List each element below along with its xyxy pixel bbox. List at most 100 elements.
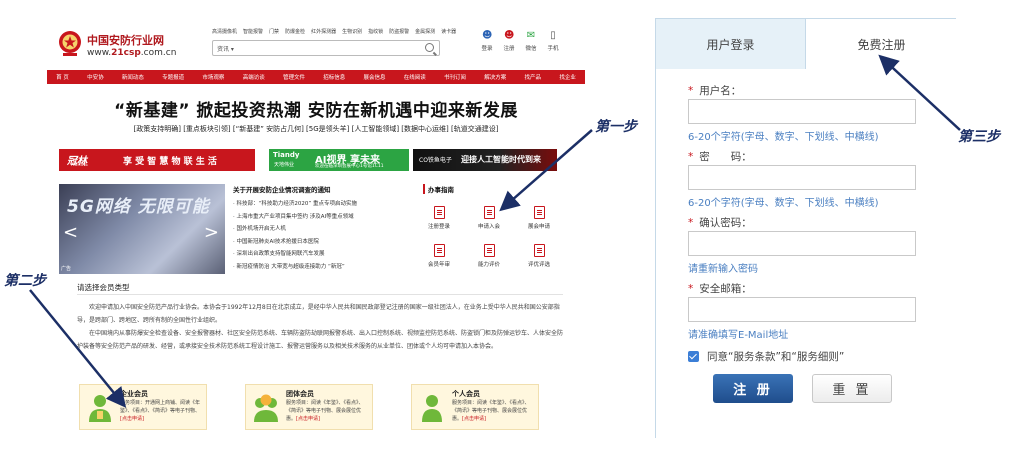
ad-banner-tieyu[interactable]: CO铁鱼电子 迎接人工智能时代到来 <box>413 149 557 171</box>
apply-doc-icon <box>483 206 495 219</box>
nav-item[interactable]: 在线阅读 <box>404 73 426 81</box>
mobile-shortcut[interactable]: ▯ 手机 <box>545 30 561 52</box>
nav-item[interactable]: 高端访谈 <box>243 73 265 81</box>
ad-brand: CO铁鱼电子 <box>419 157 452 164</box>
person-icon: ☻ <box>482 30 493 41</box>
headline-sublinks[interactable]: [政策支持明确] [重点板块引领] [“新基建” 安防占几何] [5G是领头羊]… <box>47 124 585 134</box>
ad-slogan: 迎接人工智能时代到来 <box>461 155 541 164</box>
news-lead[interactable]: 关于开展安防企业情况调查的通知 <box>233 184 413 194</box>
login-shortcut[interactable]: ☻ 登录 <box>479 30 495 52</box>
register-panel: 用户登录 免费注册 * 用户名： 6-20个字符(字母、数字、下划线、中横线) *… <box>655 18 957 439</box>
apply-link[interactable]: [点击申请] <box>296 416 320 422</box>
user-shortcuts: ☻ 登录 ☻ 注册 ✉ 微信 ▯ 手机 <box>479 30 561 52</box>
email-hint: 请准确填写E-Mail地址 <box>688 330 789 341</box>
register-form: * 用户名： 6-20个字符(字母、数字、下划线、中横线) * 密 码： 6-20个… <box>656 69 957 439</box>
exhibit-doc-icon <box>533 206 545 219</box>
password-field[interactable] <box>688 165 916 190</box>
carousel-prev-button[interactable]: < <box>63 222 78 243</box>
apply-link[interactable]: [点击申请] <box>120 416 144 422</box>
search-category-select[interactable]: 资讯 ▾ <box>217 44 234 53</box>
individual-member-icon <box>422 395 442 422</box>
service-guide: 办事指南 注册登录 申请入会 展会申请 会员年审 能力评价 评优评选 <box>415 182 565 274</box>
keyword-link[interactable]: 防盗报警 <box>389 28 409 35</box>
ad-tag: 广告 <box>61 266 72 272</box>
ad-brand: Tiandy <box>273 151 300 159</box>
step3-annotation: 第三步 <box>958 129 1000 145</box>
email-label: * 安全邮箱： <box>688 283 752 295</box>
keyword-link[interactable]: 高清摄像机 <box>212 28 237 35</box>
ad-brand-en: AURINE <box>71 163 89 168</box>
news-item[interactable]: 新冠疫情防治 大带宽与超级连接助力 “新冠” <box>233 261 413 274</box>
password-label: * 密 码： <box>688 151 752 163</box>
guide-item-award[interactable]: 评优评选 <box>519 244 559 268</box>
nav-item[interactable]: 中安协 <box>87 73 104 81</box>
apply-link[interactable]: [点击申请] <box>462 416 486 422</box>
keyword-link[interactable]: 红外探测器 <box>311 28 336 35</box>
award-doc-icon <box>533 244 545 257</box>
search-icon[interactable] <box>425 43 434 52</box>
nav-item[interactable]: 书刊订阅 <box>444 73 466 81</box>
member-card-group[interactable]: 团体会员 服务项目：阅读《年鉴》、《看点》、《简讯》等电子刊物、展会展位优惠。[… <box>245 384 373 430</box>
headline[interactable]: “新基建” 掀起投资热潮 安防在新机遇中迎来新发展 <box>47 96 585 121</box>
keyword-link[interactable]: 门禁 <box>269 28 279 35</box>
reset-button[interactable]: 重 置 <box>812 374 892 403</box>
member-name: 企业会员 <box>120 390 148 398</box>
register-button[interactable]: 注 册 <box>713 374 793 403</box>
step1-annotation: 第一步 <box>595 119 637 135</box>
nav-item[interactable]: 新闻动态 <box>122 73 144 81</box>
news-item[interactable]: 上海市重大产业项目集中签约 涉及AI等重点领域 <box>233 211 413 224</box>
guide-item-exhibit[interactable]: 展会申请 <box>519 206 559 230</box>
keyword-link[interactable]: 金属探测 <box>415 28 435 35</box>
nav-item[interactable]: 招标信息 <box>323 73 345 81</box>
nav-item[interactable]: 找企业 <box>559 73 576 81</box>
email-field[interactable] <box>688 297 916 322</box>
keyword-link[interactable]: 防爆金检 <box>285 28 305 35</box>
guide-title: 办事指南 <box>423 184 454 194</box>
register-shortcut[interactable]: ☻ 注册 <box>501 30 517 52</box>
nav-item[interactable]: 专题报道 <box>162 73 184 81</box>
wechat-icon: ✉ <box>526 30 536 41</box>
carousel-next-button[interactable]: > <box>204 222 219 243</box>
username-hint: 6-20个字符(字母、数字、下划线、中横线) <box>688 132 879 143</box>
guide-item-evaluate[interactable]: 能力评价 <box>469 244 509 268</box>
keyword-link[interactable]: 智能报警 <box>243 28 263 35</box>
keyword-link[interactable]: 读卡器 <box>441 28 456 35</box>
keyword-link[interactable]: 生物识别 <box>342 28 362 35</box>
site-logo-text: 中国安防行业网 <box>87 34 164 47</box>
association-intro: 欢迎申请加入中国安全防范产品行业协会。本协会于1992年12月8日在北京成立，是… <box>77 302 567 354</box>
member-card-enterprise[interactable]: 企业会员 服务项目：开通网上商铺、阅读《年鉴》、《看点》、《简讯》等电子刊物、[… <box>79 384 207 430</box>
news-item[interactable]: 国外机场开启无人机 <box>233 223 413 236</box>
carousel-banner[interactable]: 5G网络 无限可能 < > 广告 <box>59 184 225 274</box>
nav-item[interactable]: 解决方案 <box>484 73 506 81</box>
keyword-link[interactable]: 指纹锁 <box>368 28 383 35</box>
wechat-shortcut[interactable]: ✉ 微信 <box>523 30 539 52</box>
member-desc: 服务项目：阅读《年鉴》、《看点》、《简讯》等电子刊物、展会展位优惠。[点击申请] <box>286 400 364 422</box>
tab-register[interactable]: 免费注册 <box>806 19 957 69</box>
news-item[interactable]: 中国新冠肺炎AI技术抢援日本医院 <box>233 236 413 249</box>
tab-login[interactable]: 用户登录 <box>656 19 806 69</box>
member-name: 个人会员 <box>452 390 480 398</box>
guide-item-register[interactable]: 注册登录 <box>419 206 459 230</box>
nav-item-home[interactable]: 首 页 <box>56 73 69 81</box>
main-nav: 首 页 中安协 新闻动态 专题报道 市场观察 高端访谈 管理文件 招标信息 展会… <box>47 70 585 84</box>
nav-item[interactable]: 市场观察 <box>202 73 224 81</box>
site-search-input[interactable]: 资讯 ▾ <box>212 40 440 56</box>
nav-item[interactable]: 找产品 <box>525 73 542 81</box>
ad-brand-cn: 天地伟业 <box>274 162 295 168</box>
divider <box>77 294 563 295</box>
guide-item-review[interactable]: 会员年审 <box>419 244 459 268</box>
terms-checkbox[interactable] <box>688 351 699 362</box>
confirm-password-label: * 确认密码： <box>688 217 752 229</box>
nav-item[interactable]: 展会信息 <box>363 73 385 81</box>
confirm-password-field[interactable] <box>688 231 916 256</box>
ad-banner-aurine[interactable]: 冠林 AURINE 享 受 智 慧 物 联 生 活 <box>59 149 255 171</box>
nav-item[interactable]: 管理文件 <box>283 73 305 81</box>
terms-label[interactable]: 同意“服务条款”和“服务细则” <box>707 349 844 364</box>
ad-banner-tiandy[interactable]: Tiandy 天地伟业 AI视界 享未来 欢迎莅临深圳会展中心1号馆1C11 <box>269 149 409 171</box>
guide-item-apply[interactable]: 申请入会 <box>469 206 509 230</box>
site-logo[interactable]: 中国安防行业网 www.21csp.com.cn <box>57 26 187 66</box>
news-item[interactable]: 深圳出台政策支持智能网联汽车发展 <box>233 248 413 261</box>
username-field[interactable] <box>688 99 916 124</box>
member-card-individual[interactable]: 个人会员 服务项目：阅读《年鉴》、《看点》、《简讯》等电子刊物、展会展位优惠。[… <box>411 384 539 430</box>
news-item[interactable]: 科技部：“科技助力经济2020” 重点专项启动实施 <box>233 198 413 211</box>
